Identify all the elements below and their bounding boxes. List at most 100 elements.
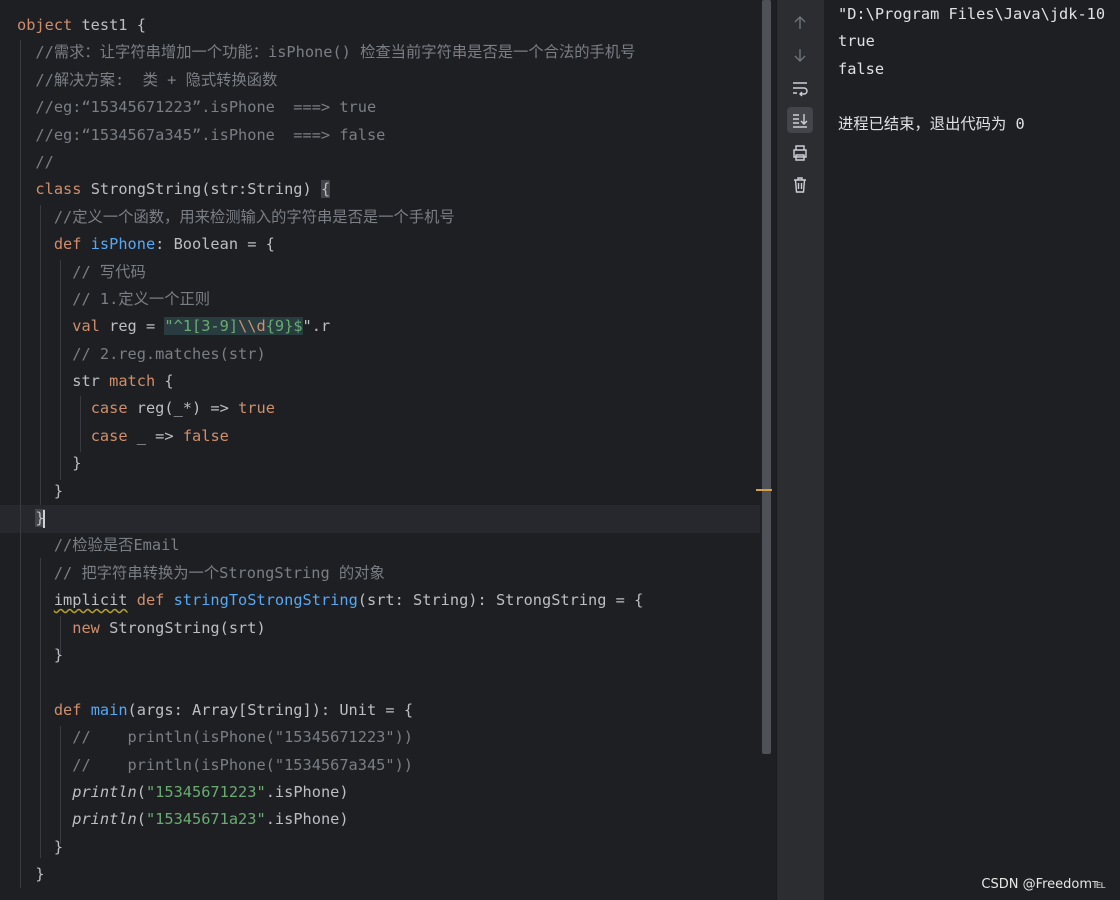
code-token: new [72, 618, 110, 637]
code-token: //eg:“15345671223”.isPhone ===> true [17, 98, 377, 117]
code-token: main [90, 700, 128, 719]
code-editor[interactable]: object test1 { //需求：让字符串增加一个功能：isPhone()… [0, 0, 760, 900]
warning-marker[interactable] [756, 489, 772, 491]
console-line: false [838, 59, 885, 78]
code-token: //需求：让字符串增加一个功能：isPhone() 检查当前字符串是否是一个合法… [17, 43, 636, 62]
code-line[interactable] [0, 669, 760, 696]
code-line[interactable]: } [0, 505, 760, 532]
code-line[interactable]: //定义一个函数，用来检测输入的字符串是否是一个手机号 [0, 204, 760, 231]
text-caret [42, 509, 45, 528]
code-token: def [53, 700, 91, 719]
code-line[interactable]: //eg:“1534567a345”.isPhone ===> false [0, 122, 760, 149]
code-line[interactable]: new StrongString(srt) [0, 615, 760, 642]
code-line[interactable]: //需求：让字符串增加一个功能：isPhone() 检查当前字符串是否是一个合法… [0, 39, 760, 66]
code-token: class [35, 180, 91, 199]
code-line[interactable]: } [0, 450, 760, 477]
code-token: val [72, 317, 110, 336]
code-token: false [182, 426, 229, 445]
code-line[interactable]: //eg:“15345671223”.isPhone ===> true [0, 94, 760, 121]
print-icon[interactable] [787, 140, 813, 166]
code-token: _ => [136, 426, 183, 445]
console-output: "D:\Program Files\Java\jdk-10 true false 进程… [824, 1, 1120, 138]
down-arrow-icon[interactable] [787, 42, 813, 68]
code-token: .isPhone) [265, 810, 349, 829]
code-token: //解决方案: 类 + 隐式转换函数 [17, 70, 278, 89]
code-token: { [164, 372, 174, 391]
code-line[interactable]: // [0, 149, 760, 176]
code-line[interactable]: class StrongString(str:String) { [0, 176, 760, 203]
code-line[interactable]: } [0, 478, 760, 505]
code-line[interactable]: //解决方案: 类 + 隐式转换函数 [0, 67, 760, 94]
code-token: match [109, 372, 165, 391]
code-token: } [17, 865, 45, 884]
code-token: StrongString(str:String) [90, 180, 321, 199]
code-line[interactable]: } [0, 861, 760, 888]
code-line[interactable]: object test1 { [0, 12, 760, 39]
code-token: : Boolean = { [155, 235, 275, 254]
code-token: (srt: String): StrongString = { [357, 591, 644, 610]
code-line[interactable]: println("15345671a23".isPhone) [0, 806, 760, 833]
code-token: //检验是否Email [17, 536, 180, 555]
code-line[interactable]: str match { [0, 368, 760, 395]
code-token: } [17, 837, 64, 856]
code-token: def [53, 235, 91, 254]
code-line[interactable]: implicit def stringToStrongString(srt: S… [0, 587, 760, 614]
trash-icon[interactable] [787, 172, 813, 198]
code-token: "15345671a23" [145, 810, 266, 829]
code-line[interactable]: // 2.reg.matches(str) [0, 341, 760, 368]
code-token: //定义一个函数，用来检测输入的字符串是否是一个手机号 [17, 207, 455, 226]
code-line[interactable]: //检验是否Email [0, 532, 760, 559]
code-token: } [17, 454, 82, 473]
code-token: ( [136, 782, 146, 801]
up-arrow-icon[interactable] [787, 10, 813, 36]
code-token: // println(isPhone("1534567a345")) [17, 755, 414, 774]
code-token: isPhone [90, 235, 156, 254]
code-line[interactable]: // 写代码 [0, 259, 760, 286]
code-token: case [90, 426, 137, 445]
code-token: println [72, 810, 137, 829]
code-line[interactable]: case reg(_*) => true [0, 395, 760, 422]
code-token: // 把字符串转换为一个StrongString 的对象 [17, 563, 385, 582]
code-token: object [17, 16, 82, 34]
code-token: // 1.定义一个正则 [17, 289, 211, 308]
code-token: // [17, 152, 54, 171]
code-token: stringToStrongString [173, 591, 358, 610]
code-line[interactable]: // println(isPhone("15345671223")) [0, 724, 760, 751]
code-token: println [72, 782, 137, 801]
code-token: .isPhone) [265, 782, 349, 801]
code-line[interactable]: // 把字符串转换为一个StrongString 的对象 [0, 560, 760, 587]
code-line[interactable]: println("15345671223".isPhone) [0, 779, 760, 806]
code-token: ( [136, 810, 146, 829]
code-token: "15345671223" [145, 782, 266, 801]
code-line[interactable]: val reg = "^1[3-9]\\d{9}$".r [0, 313, 760, 340]
code-token: //eg:“1534567a345”.isPhone ===> false [17, 125, 386, 144]
code-line[interactable]: } [0, 642, 760, 669]
code-token: {9}$ [265, 317, 303, 336]
editor-scrollbar-thumb[interactable] [762, 0, 771, 754]
code-line[interactable]: case _ => false [0, 423, 760, 450]
code-token: true [238, 399, 275, 418]
code-line[interactable]: def main(args: Array[String]): Unit = { [0, 697, 760, 724]
code-token: def [127, 591, 174, 610]
code-line[interactable]: // println(isPhone("1534567a345")) [0, 752, 760, 779]
code-token: { [320, 180, 331, 199]
code-token: test1 { [81, 16, 146, 34]
code-line[interactable]: def isPhone: Boolean = { [0, 231, 760, 258]
soft-wrap-icon[interactable] [787, 75, 813, 101]
code-token: "^1[3-9] [164, 317, 239, 336]
code-token: } [17, 645, 64, 664]
code-line[interactable]: // 1.定义一个正则 [0, 286, 760, 313]
code-line[interactable]: } [0, 834, 760, 861]
code-token: // 2.reg.matches(str) [17, 344, 266, 363]
scroll-to-end-icon[interactable] [787, 107, 813, 133]
code-lines[interactable]: object test1 { //需求：让字符串增加一个功能：isPhone()… [0, 12, 760, 889]
run-console[interactable]: "D:\Program Files\Java\jdk-10 true false 进程… [824, 0, 1120, 900]
code-token: } [17, 481, 64, 500]
